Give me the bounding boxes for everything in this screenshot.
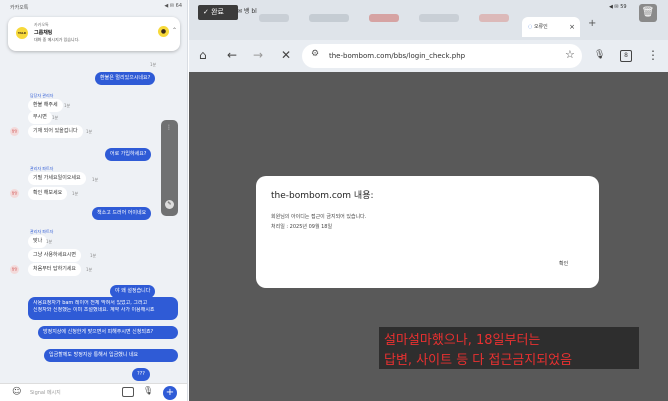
done-button[interactable]: ✓ 완료	[198, 5, 238, 20]
message-in[interactable]: 부시면	[28, 111, 52, 124]
trash-icon[interactable]: 🗑	[639, 4, 657, 22]
site-settings-icon[interactable]: ⚙	[311, 49, 319, 59]
annotation-line: 설마설마했으나, 18일부터는	[384, 333, 541, 348]
battery-status: ◀ ✉ 59	[609, 4, 627, 10]
chat-pane: 카카오톡 ◀ ✉ 64 TALK 카카오톡 그룹채팅 대화 중 메시지가 있습니다…	[0, 0, 188, 401]
bookmark-star-icon[interactable]: ☆	[565, 48, 575, 61]
message-out[interactable]: 책소고 드러어 어이네요	[92, 207, 152, 220]
notification-app: 카카오톡	[34, 22, 49, 27]
screen: 카카오톡 ◀ ✉ 64 TALK 카카오톡 그룹채팅 대화 중 메시지가 있습니다…	[0, 0, 668, 401]
alert-dialog: the-bombom.com 내용: 회원님의 아이디는 접근이 금지되어 있습…	[256, 176, 599, 288]
message-time: 1분	[72, 191, 79, 196]
tab-title: 오류인	[533, 24, 548, 30]
notification-body: 대화 중 메시지가 있습니다.	[34, 37, 80, 42]
message-input-bar: ☺ Signal 메시지 🎙 +	[0, 383, 187, 401]
status-icons: ◀ ✉ 64	[164, 3, 182, 9]
notification-title: 그룹채팅	[34, 30, 53, 36]
message-out[interactable]: ???	[132, 368, 150, 381]
message-in[interactable]: 그냥 사용하세요시면	[28, 249, 81, 262]
status-app-label: 카카오톡	[10, 5, 29, 11]
new-tab-button[interactable]: +	[588, 18, 596, 29]
blurred-tab	[419, 14, 459, 22]
message-input[interactable]: Signal 메시지	[30, 389, 61, 396]
browser-nav-bar: ⌂ ← → ✕ ⚙ the-bombom.com/bbs/login_check…	[189, 40, 668, 72]
confirm-button[interactable]: 확인	[559, 260, 568, 267]
message-time: 1분	[86, 267, 93, 272]
chat-bubble-icon[interactable]: ●	[158, 26, 169, 37]
message-time: 1분	[92, 177, 99, 182]
url-text[interactable]: the-bombom.com/bbs/login_check.php	[329, 52, 465, 60]
blurred-tab	[479, 14, 509, 22]
blurred-tab	[369, 14, 399, 22]
microphone-icon[interactable]: 🎙	[143, 386, 153, 395]
annotation-line: 답변, 사이트 등 다 접근금지되었음	[384, 353, 573, 368]
message-in[interactable]: 기재 되어 있을겁니다	[28, 125, 83, 138]
status-bar: 카카오톡 ◀ ✉ 64	[0, 0, 187, 14]
message-line: 사용요청자가 bam 레이어 전체 막혀서 있었고, 그러고	[33, 300, 148, 306]
message-time: 1분	[46, 239, 53, 244]
avatar[interactable]: 담당	[10, 127, 19, 136]
edit-icon[interactable]: ✎	[165, 200, 174, 209]
message-in[interactable]: 처음부터 답하기세요	[28, 263, 81, 276]
floating-toolbar[interactable]: ⋮ ✎	[161, 120, 178, 216]
status-icons: ✉ 뱅 bl	[237, 8, 257, 15]
tab-active[interactable]: ◌ 오류인 ×	[522, 17, 580, 37]
more-dots-icon[interactable]: ⋮	[166, 124, 172, 131]
browser-pane: ✓ 완료 ✉ 뱅 bl ◌ 오류인 × + ◀ ✉ 59 🗑 ⌂ ← → ✕ ⚙…	[189, 0, 668, 401]
address-bar[interactable]: ⚙ the-bombom.com/bbs/login_check.php ☆	[302, 44, 582, 68]
emoji-icon[interactable]: ☺	[12, 387, 21, 397]
message-in[interactable]: 확인 해보세요	[28, 187, 68, 200]
home-icon[interactable]: ⌂	[199, 48, 207, 62]
close-tab-icon[interactable]: ×	[569, 17, 575, 37]
microphone-icon[interactable]: 🎙	[594, 48, 605, 62]
notification-card[interactable]: TALK 카카오톡 그룹채팅 대화 중 메시지가 있습니다. ● ⌃	[8, 17, 180, 51]
message-out-multiline[interactable]: 사용요청자가 bam 레이어 전체 막혀서 있었고, 그러고 신청자와 신청했는…	[28, 297, 178, 320]
tab-count-button[interactable]: 8	[620, 50, 632, 62]
message-out[interactable]: 어로 가입하세요?	[105, 148, 152, 161]
talk-logo-icon: TALK	[16, 27, 28, 39]
message-time: 1분	[86, 129, 93, 134]
avatar[interactable]: 담당	[10, 189, 19, 198]
message-out[interactable]: 방정지상에 신청한게 맞으면서 피해주시면 신청되죠?	[38, 326, 178, 339]
message-in[interactable]: 기필 가세요일이오세요	[28, 172, 86, 185]
camera-icon[interactable]	[122, 387, 134, 397]
dialog-date: 처리일 : 2025년 09월 18일	[271, 224, 333, 230]
dialog-message: 회원님의 아이디는 접근이 금지되어 있습니다.	[271, 214, 367, 220]
chevron-up-icon[interactable]: ⌃	[172, 27, 177, 34]
forward-icon[interactable]: →	[253, 48, 263, 62]
add-button[interactable]: +	[163, 386, 177, 400]
message-time: 1분	[64, 103, 71, 108]
blurred-tab	[259, 14, 289, 22]
menu-icon[interactable]: ⋮	[647, 48, 659, 62]
message-in[interactable]: 맞나	[28, 235, 48, 248]
blurred-tab	[309, 14, 349, 22]
message-out[interactable]: 환불은 멀리있으시네요?	[95, 72, 156, 85]
message-time: 1분	[90, 253, 97, 258]
message-time: 1분	[52, 115, 59, 120]
browser-top-bar: ✓ 완료 ✉ 뱅 bl ◌ 오류인 × + ◀ ✉ 59 🗑	[189, 0, 668, 40]
done-label: ✓ 완료	[203, 8, 224, 16]
dialog-title: the-bombom.com 내용:	[271, 191, 374, 201]
message-time: 1분	[150, 62, 157, 67]
message-out[interactable]: 입금할께도 방정지상 통해서 입금했니 네요	[44, 349, 178, 362]
annotation-box: 설마설마했으나, 18일부터는 답변, 사이트 등 다 접근금지되었음	[379, 327, 639, 369]
stop-icon[interactable]: ✕	[281, 48, 291, 62]
avatar[interactable]: 담당	[10, 265, 19, 274]
back-icon[interactable]: ←	[227, 48, 237, 62]
message-line: 신청자와 신청했는 이미 조절했네요. 계약 사가 이용해시죠	[33, 307, 155, 313]
